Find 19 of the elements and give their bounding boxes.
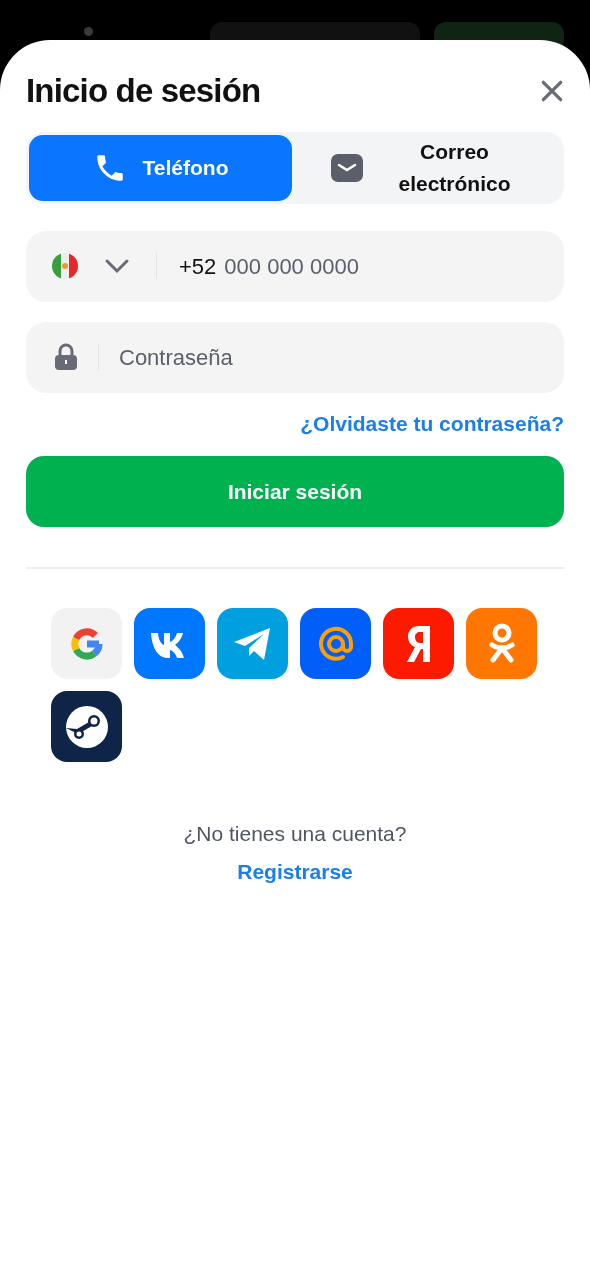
phone-field[interactable]: +52 000 000 0000 (26, 230, 564, 302)
phone-input[interactable]: 000 000 0000 (224, 249, 538, 283)
password-input[interactable]: Contraseña (119, 340, 536, 374)
yandex-logo-icon (405, 623, 432, 664)
forgot-password-link[interactable]: ¿Olvidaste tu contraseña? (300, 407, 564, 439)
mexico-flag-icon (52, 253, 78, 279)
sheet-title: Inicio de sesión (26, 71, 261, 111)
steam-logo-icon (63, 703, 110, 750)
ok-logo-icon (486, 622, 517, 665)
country-code: +52 (179, 252, 217, 281)
lock-icon (54, 343, 78, 371)
social-login-button[interactable] (51, 691, 122, 762)
password-field[interactable]: Contraseña (26, 321, 564, 393)
login-method-tab[interactable]: Teléfono (29, 134, 292, 201)
chevron-down-icon[interactable] (104, 258, 130, 274)
signup-prompt: ¿No tienes una cuenta? (182, 821, 408, 847)
login-method-tab[interactable]: Correo electrónico (298, 134, 561, 201)
login-button[interactable]: Iniciar sesión (26, 456, 564, 527)
signup-link[interactable]: Registrarse (237, 855, 353, 887)
